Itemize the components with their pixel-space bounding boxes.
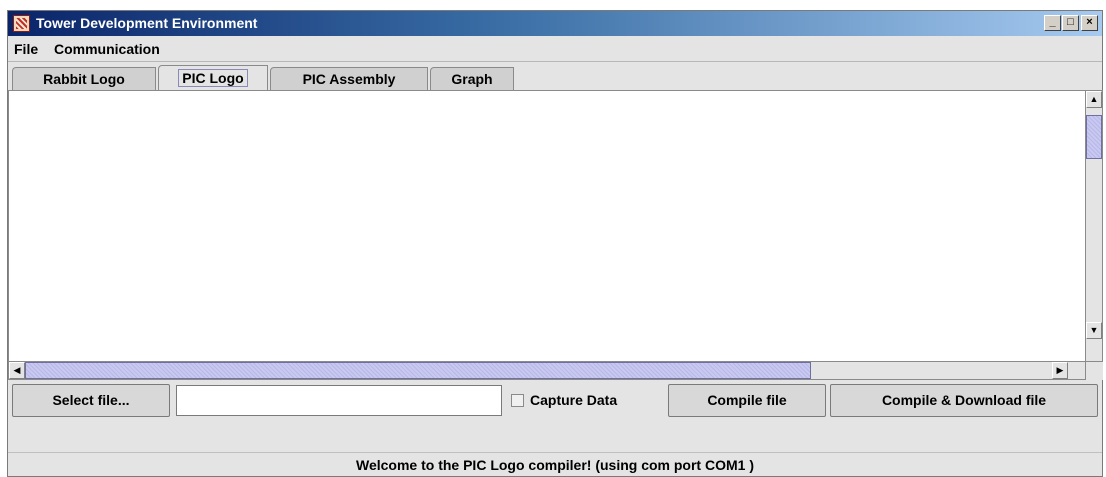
horizontal-scroll-thumb[interactable] bbox=[25, 362, 811, 379]
app-icon bbox=[13, 15, 30, 32]
compile-download-button[interactable]: Compile & Download file bbox=[830, 384, 1098, 417]
scroll-corner bbox=[1086, 362, 1103, 380]
tab-strip: Rabbit Logo PIC Logo PIC Assembly Graph bbox=[8, 62, 1102, 91]
compile-file-button[interactable]: Compile file bbox=[668, 384, 826, 417]
control-row: Select file... Capture Data Compile file… bbox=[8, 382, 1102, 417]
menu-communication[interactable]: Communication bbox=[54, 41, 160, 57]
vertical-scroll-thumb[interactable] bbox=[1086, 115, 1102, 159]
horizontal-scrollbar[interactable]: ◀ ▶ bbox=[8, 362, 1086, 380]
tab-label: Rabbit Logo bbox=[43, 71, 125, 87]
app-window: Tower Development Environment _ □ × File… bbox=[7, 10, 1103, 477]
tab-pic-assembly[interactable]: PIC Assembly bbox=[270, 67, 428, 91]
vertical-scrollbar[interactable]: ▲ ▼ bbox=[1086, 90, 1103, 362]
checkbox-box[interactable] bbox=[511, 394, 524, 407]
scroll-down-button[interactable]: ▼ bbox=[1086, 322, 1102, 339]
status-bar: Welcome to the PIC Logo compiler! (using… bbox=[8, 452, 1102, 477]
menu-file[interactable]: File bbox=[14, 41, 38, 57]
file-path-field[interactable] bbox=[176, 385, 502, 416]
scroll-up-button[interactable]: ▲ bbox=[1086, 91, 1102, 108]
window-title: Tower Development Environment bbox=[36, 15, 258, 31]
scroll-right-button[interactable]: ▶ bbox=[1052, 362, 1068, 379]
scroll-left-button[interactable]: ◀ bbox=[9, 362, 25, 379]
code-editor[interactable] bbox=[8, 90, 1086, 362]
tab-label: PIC Assembly bbox=[302, 71, 396, 87]
tab-label: PIC Logo bbox=[178, 69, 248, 87]
capture-data-label: Capture Data bbox=[530, 392, 618, 408]
tab-graph[interactable]: Graph bbox=[430, 67, 514, 91]
title-bar[interactable]: Tower Development Environment _ □ × bbox=[8, 11, 1102, 36]
tab-rabbit-logo[interactable]: Rabbit Logo bbox=[12, 67, 156, 91]
close-button[interactable]: × bbox=[1081, 15, 1098, 31]
menu-bar: File Communication bbox=[8, 36, 1102, 62]
select-file-button[interactable]: Select file... bbox=[12, 384, 170, 417]
minimize-button[interactable]: _ bbox=[1044, 15, 1061, 31]
maximize-button[interactable]: □ bbox=[1062, 15, 1079, 31]
tab-label: Graph bbox=[451, 71, 493, 87]
capture-data-checkbox[interactable]: Capture Data bbox=[511, 384, 617, 417]
tab-pic-logo[interactable]: PIC Logo bbox=[158, 65, 268, 91]
